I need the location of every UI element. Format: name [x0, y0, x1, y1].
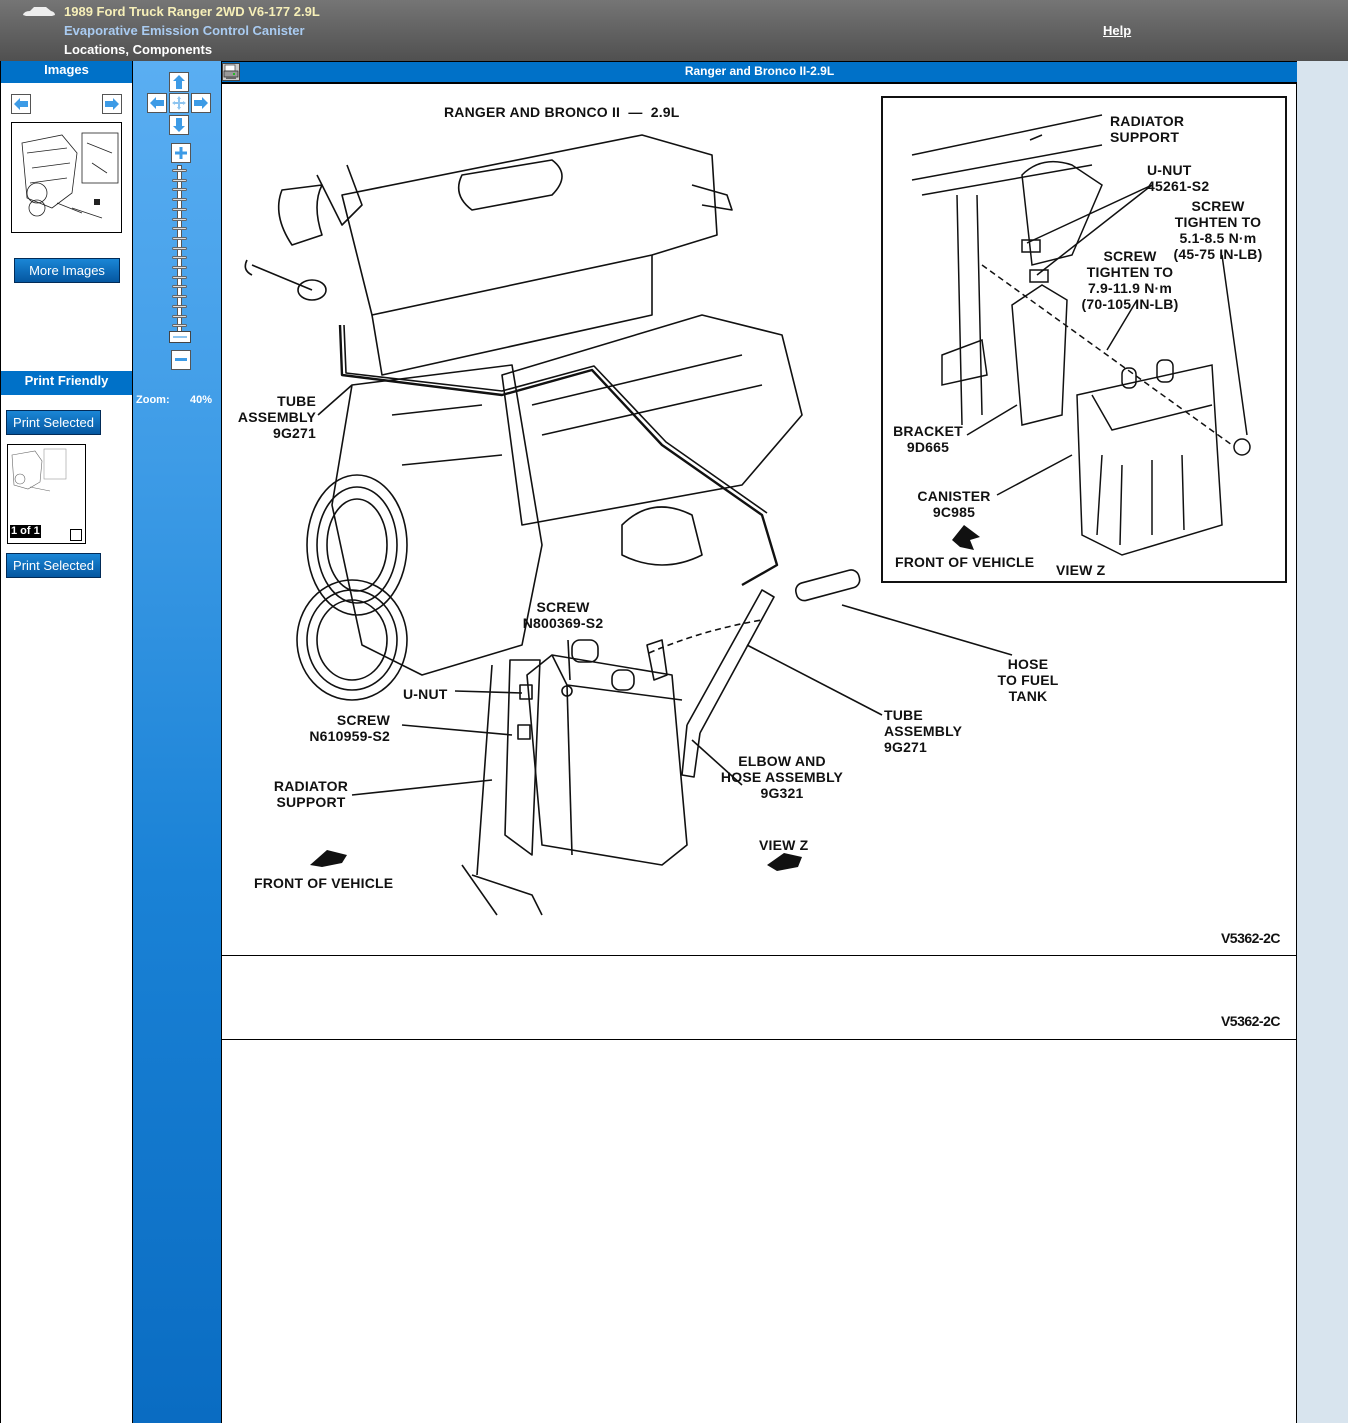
print-thumbnail-graphic — [11, 448, 67, 492]
component-title: Evaporative Emission Control Canister — [64, 23, 305, 38]
pan-right-button[interactable] — [191, 93, 211, 113]
diagram-continuation: V5362-2C — [222, 956, 1297, 1040]
inset-label-screw-upper: SCREW TIGHTEN TO 5.1-8.5 N·m (45-75 IN-L… — [1173, 198, 1263, 262]
arrow-left-icon — [150, 97, 164, 109]
print-select-checkbox[interactable] — [70, 529, 82, 541]
car-icon — [23, 7, 55, 16]
slider-tick — [172, 285, 187, 289]
label-tube-assembly-right: TUBE ASSEMBLY 9G271 — [884, 707, 963, 755]
images-heading: Images — [1, 61, 132, 83]
arrow-right-icon — [105, 98, 119, 110]
label-screw-n800369: SCREW N800369-S2 — [522, 599, 604, 631]
pan-left-button[interactable] — [147, 93, 167, 113]
plus-icon — [175, 147, 187, 159]
inset-label-canister: CANISTER 9C985 — [917, 488, 991, 520]
component-diagram[interactable]: RANGER AND BRONCO II — 2.9L TUBE ASSEMBL… — [222, 85, 1297, 956]
viewer-title-bar: Ranger and Bronco II-2.9L — [222, 61, 1297, 84]
slider-tick — [172, 217, 187, 221]
zoom-out-button[interactable] — [171, 350, 191, 370]
slider-tick — [172, 169, 187, 172]
slider-tick — [172, 198, 187, 202]
pan-center-button[interactable] — [169, 93, 189, 113]
pan-up-button[interactable] — [169, 72, 189, 92]
slider-tick — [172, 188, 187, 192]
more-images-button[interactable]: More Images — [14, 258, 120, 283]
arrow-right-icon — [194, 97, 208, 109]
diagram-code: V5362-2C — [1220, 930, 1281, 946]
print-selected-button-bottom[interactable]: Print Selected — [6, 553, 101, 578]
inset-label-front-of-vehicle: FRONT OF VEHICLE — [895, 554, 1035, 570]
center-icon — [172, 96, 186, 110]
slider-tick — [172, 207, 187, 211]
page-count: 1 of 1 — [10, 525, 41, 538]
images-panel: Images More Images Print Friendly Print … — [0, 61, 133, 1423]
header-bar: 1989 Ford Truck Ranger 2WD V6-177 2.9L E… — [0, 0, 1348, 61]
pan-down-button[interactable] — [169, 115, 189, 135]
inset-label-bracket: BRACKET 9D665 — [893, 423, 963, 455]
inset-label-screw-lower: SCREW TIGHTEN TO 7.9-11.9 N·m (70-105 IN… — [1081, 248, 1179, 312]
viewer-title: Ranger and Bronco II-2.9L — [684, 64, 835, 78]
label-tube-assembly-left: TUBE ASSEMBLY 9G271 — [237, 393, 316, 441]
arrow-left-icon — [14, 98, 28, 110]
arrow-down-icon — [173, 118, 185, 132]
arrow-up-icon — [173, 75, 185, 89]
slider-tick — [172, 324, 187, 328]
slider-tick — [172, 178, 187, 182]
help-link[interactable]: Help — [1103, 23, 1131, 38]
image-thumbnail[interactable] — [11, 122, 122, 233]
zoom-value: 40% — [190, 394, 213, 406]
print-selected-button-top[interactable]: Print Selected — [6, 410, 101, 435]
label-elbow-hose-assembly: ELBOW AND HOSE ASSEMBLY 9G321 — [720, 753, 844, 801]
slider-tick — [172, 304, 187, 308]
inset-label-radiator-support: RADIATOR SUPPORT — [1110, 113, 1185, 145]
slider-tick — [172, 314, 187, 318]
image-viewer: Ranger and Bronco II-2.9L RANGER AND BRO… — [222, 61, 1297, 1423]
slider-tick — [172, 275, 187, 279]
print-friendly-heading: Print Friendly — [1, 371, 132, 395]
slider-tick — [172, 227, 187, 231]
inset-label-view-z: VIEW Z — [1056, 562, 1106, 578]
prev-image-button[interactable] — [11, 94, 31, 114]
zoom-panel: Zoom: 40% — [133, 61, 222, 1423]
slider-tick — [172, 295, 187, 299]
slider-tick — [172, 236, 187, 240]
label-view-z-main: VIEW Z — [759, 837, 809, 853]
inset-label-u-nut: U-NUT 45261-S2 — [1147, 162, 1210, 194]
zoom-label: Zoom: — [136, 394, 170, 406]
zoom-in-button[interactable] — [171, 143, 191, 163]
minus-icon — [175, 358, 187, 361]
zoom-slider-thumb[interactable] — [169, 331, 191, 343]
slider-tick — [172, 266, 187, 269]
diagram-thumbnail-graphic — [21, 132, 119, 219]
label-front-of-vehicle-main: FRONT OF VEHICLE — [254, 875, 394, 891]
section-title: Locations, Components — [64, 42, 213, 57]
diagram-code-2: V5362-2C — [1220, 1013, 1281, 1029]
label-hose-to-fuel-tank: HOSE TO FUEL TANK — [997, 656, 1059, 704]
label-u-nut: U-NUT — [403, 686, 448, 702]
engine-diagram-graphic — [244, 96, 1287, 916]
label-screw-n610959: SCREW N610959-S2 — [309, 712, 390, 744]
print-thumbnail[interactable]: 1 of 1 — [7, 444, 86, 544]
diagram-heading: RANGER AND BRONCO II — 2.9L — [444, 104, 680, 120]
slider-tick — [172, 256, 187, 260]
vehicle-title: 1989 Ford Truck Ranger 2WD V6-177 2.9L — [64, 4, 320, 19]
label-radiator-support-main: RADIATOR SUPPORT — [273, 778, 349, 810]
next-image-button[interactable] — [102, 94, 122, 114]
slider-tick — [172, 246, 187, 250]
